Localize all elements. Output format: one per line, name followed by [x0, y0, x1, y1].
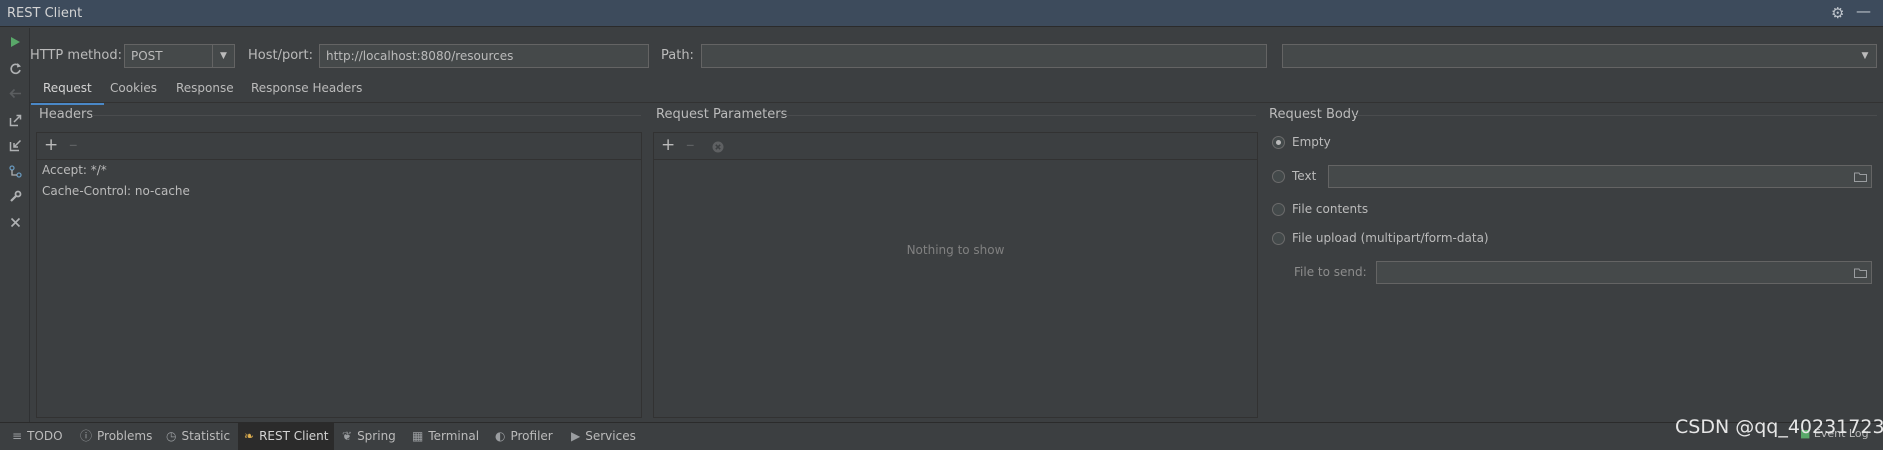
export-icon[interactable]: [0, 109, 30, 131]
window-title: REST Client: [7, 6, 83, 21]
folder-icon[interactable]: [1849, 166, 1871, 187]
bottom-tab-label: REST Client: [259, 429, 329, 443]
gear-icon[interactable]: ⚙: [1831, 5, 1844, 21]
request-body-title: Request Body: [1269, 107, 1359, 122]
minimize-icon[interactable]: —: [1856, 3, 1871, 19]
left-toolbar: [0, 28, 30, 422]
bottom-tab-profiler[interactable]: ◐ Profiler: [489, 423, 559, 450]
http-method-select[interactable]: POST ▼: [124, 44, 235, 68]
radio-file-upload-label: File upload (multipart/form-data): [1292, 231, 1489, 245]
bottom-tab-spring[interactable]: ❦ Spring: [336, 423, 402, 450]
params-toolbar: + –: [654, 133, 1257, 160]
bottom-tab-label: TODO: [27, 429, 63, 443]
file-to-send-input[interactable]: [1376, 261, 1872, 284]
tab-cookies[interactable]: Cookies: [110, 81, 157, 102]
rest-client-icon: ❧: [244, 429, 255, 443]
plus-icon[interactable]: +: [661, 136, 675, 154]
close-icon[interactable]: [0, 211, 30, 233]
refresh-icon[interactable]: [0, 57, 30, 79]
radio-empty[interactable]: [1272, 136, 1285, 149]
bottom-tab-services[interactable]: ▶ Services: [565, 423, 642, 450]
run-icon[interactable]: [0, 31, 30, 53]
terminal-icon: ▦: [412, 429, 424, 443]
headers-group-line: [92, 115, 641, 116]
tab-divider: [30, 102, 1883, 103]
bottom-tab-label: Statistic: [181, 429, 231, 443]
clear-icon[interactable]: [712, 139, 724, 157]
host-port-label: Host/port:: [248, 48, 314, 63]
bottom-tab-label: Problems: [97, 429, 153, 443]
headers-toolbar: + –: [37, 133, 641, 160]
tab-response-headers[interactable]: Response Headers: [251, 81, 362, 102]
http-method-value: POST: [131, 49, 163, 63]
bottom-tab-terminal[interactable]: ▦ Terminal: [406, 423, 485, 450]
bottom-tab-label: Spring: [357, 429, 396, 443]
radio-empty-label: Empty: [1292, 135, 1331, 149]
bottom-tab-statistic[interactable]: ◷ Statistic: [160, 423, 236, 450]
minus-icon[interactable]: –: [686, 136, 695, 154]
statistic-icon: ◷: [166, 429, 177, 443]
radio-file-upload[interactable]: [1272, 232, 1285, 245]
import-icon[interactable]: [0, 134, 30, 156]
spring-leaf-icon: ❦: [342, 429, 353, 443]
minus-icon[interactable]: –: [69, 136, 78, 154]
body-text-input[interactable]: [1328, 165, 1872, 188]
file-to-send-label: File to send:: [1294, 265, 1367, 279]
wrench-icon[interactable]: [0, 185, 30, 207]
radio-text-label: Text: [1292, 169, 1317, 183]
empty-state-text: Nothing to show: [906, 243, 1005, 257]
params-group-line: [778, 115, 1256, 116]
path-input[interactable]: [701, 44, 1267, 68]
services-icon: ▶: [571, 429, 581, 443]
compare-icon[interactable]: [0, 160, 30, 182]
profiler-icon: ◐: [495, 429, 506, 443]
title-bar: REST Client ⚙ —: [0, 0, 1883, 27]
header-row[interactable]: Accept: */*: [42, 163, 107, 177]
headers-title: Headers: [39, 107, 94, 122]
bottom-toolbar: ≡ TODO ⓘ Problems ◷ Statistic ❧ REST Client …: [0, 422, 1883, 450]
bottom-tab-label: Profiler: [510, 429, 553, 443]
params-panel: + – Nothing to show: [653, 132, 1258, 418]
bottom-tab-todo[interactable]: ≡ TODO: [6, 423, 69, 450]
chevron-down-icon[interactable]: ▼: [212, 45, 234, 67]
headers-panel: + – Accept: */* Cache-Control: no-cache: [36, 132, 642, 418]
back-arrow-icon[interactable]: [0, 82, 30, 104]
radio-text[interactable]: [1272, 170, 1285, 183]
list-icon: ≡: [12, 429, 23, 443]
host-port-input[interactable]: http://localhost:8080/resources: [319, 44, 649, 68]
extra-combo[interactable]: ▼: [1282, 44, 1877, 68]
radio-file-contents[interactable]: [1272, 203, 1285, 216]
tab-response[interactable]: Response: [176, 81, 234, 102]
chevron-down-icon[interactable]: ▼: [1854, 45, 1876, 67]
info-icon: ⓘ: [80, 429, 93, 443]
bottom-tab-rest-client[interactable]: ❧ REST Client: [238, 423, 335, 450]
path-label: Path:: [661, 48, 694, 63]
http-method-label: HTTP method:: [30, 48, 122, 63]
radio-file-contents-label: File contents: [1292, 202, 1369, 216]
bottom-tab-label: Services: [585, 429, 636, 443]
plus-icon[interactable]: +: [44, 136, 58, 154]
bottom-tab-problems[interactable]: ⓘ Problems: [74, 423, 158, 450]
request-parameters-title: Request Parameters: [656, 107, 788, 122]
body-group-line: [1355, 115, 1877, 116]
header-row[interactable]: Cache-Control: no-cache: [42, 184, 190, 198]
host-port-value: http://localhost:8080/resources: [326, 49, 514, 63]
watermark-text: CSDN @qq_40231723: [1675, 416, 1883, 438]
bottom-tab-label: Terminal: [428, 429, 480, 443]
folder-icon[interactable]: [1849, 262, 1871, 283]
